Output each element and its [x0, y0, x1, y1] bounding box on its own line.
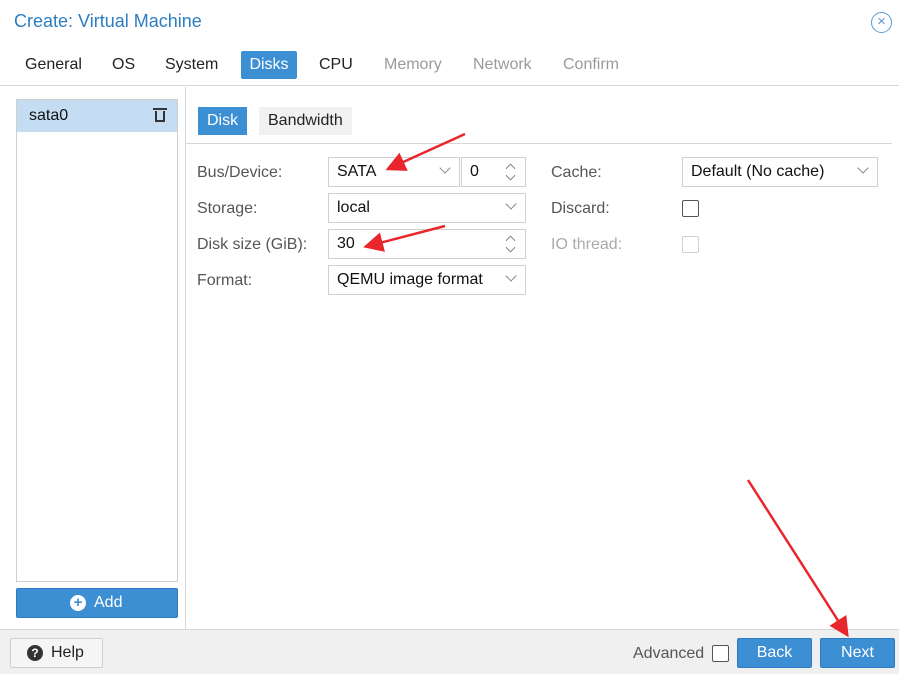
- discard-checkbox[interactable]: [682, 200, 699, 217]
- io-thread-checkbox: [682, 236, 699, 253]
- add-disk-label: Add: [94, 594, 123, 611]
- tab-general[interactable]: General: [19, 51, 88, 79]
- help-label: Help: [51, 644, 84, 661]
- disk-size-value: 30: [337, 235, 355, 252]
- disk-size-label: Disk size (GiB):: [197, 236, 308, 253]
- disk-size-stepper[interactable]: 30: [328, 229, 526, 259]
- question-icon: ?: [27, 645, 43, 661]
- cache-select[interactable]: Default (No cache): [682, 157, 878, 187]
- chevron-down-icon: [439, 164, 451, 176]
- spinner-icon[interactable]: [505, 234, 517, 254]
- chevron-down-icon: [505, 200, 517, 212]
- trash-icon[interactable]: [153, 108, 167, 122]
- subtab-bandwidth[interactable]: Bandwidth: [259, 107, 352, 135]
- bus-select-value: SATA: [337, 163, 377, 180]
- close-icon[interactable]: ×: [871, 12, 892, 33]
- tab-os[interactable]: OS: [106, 51, 141, 79]
- discard-label: Discard:: [551, 200, 610, 217]
- disk-list: sata0: [16, 99, 178, 582]
- tab-confirm: Confirm: [563, 56, 620, 73]
- spinner-icon[interactable]: [505, 162, 517, 182]
- format-select-value: QEMU image format: [337, 271, 483, 288]
- help-button[interactable]: ? Help: [10, 638, 103, 668]
- plus-circle-icon: +: [70, 595, 86, 611]
- disk-list-item-sata0[interactable]: sata0: [17, 100, 177, 132]
- device-number-value: 0: [470, 163, 479, 180]
- subtab-disk[interactable]: Disk: [198, 107, 248, 135]
- tab-memory: Memory: [384, 56, 442, 73]
- add-disk-button[interactable]: + Add: [16, 588, 178, 618]
- cache-select-value: Default (No cache): [691, 163, 825, 180]
- bus-select[interactable]: SATA: [328, 157, 460, 187]
- advanced-label: Advanced: [633, 645, 705, 662]
- io-thread-label: IO thread:: [551, 236, 623, 253]
- back-button[interactable]: Back: [737, 638, 812, 668]
- tab-network: Network: [473, 56, 532, 73]
- tab-cpu[interactable]: CPU: [313, 51, 359, 79]
- storage-label: Storage:: [197, 200, 258, 217]
- chevron-down-icon: [857, 164, 869, 176]
- cache-label: Cache:: [551, 164, 602, 181]
- dialog-title-bar: Create: Virtual Machine ×: [0, 0, 899, 44]
- storage-select-value: local: [337, 199, 370, 216]
- next-button[interactable]: Next: [820, 638, 895, 668]
- dialog-title: Create: Virtual Machine: [14, 11, 202, 31]
- format-label: Format:: [197, 272, 253, 289]
- storage-select[interactable]: local: [328, 193, 526, 223]
- advanced-checkbox[interactable]: [712, 645, 729, 662]
- device-number-stepper[interactable]: 0: [461, 157, 526, 187]
- tab-disks[interactable]: Disks: [241, 51, 297, 79]
- wizard-tabbar: General OS System Disks CPU Memory Netwo…: [0, 46, 899, 86]
- disk-subtabbar: Disk Bandwidth: [186, 87, 892, 144]
- disk-list-item-label: sata0: [29, 107, 69, 124]
- dialog-footer: ? Help Advanced Back Next: [0, 629, 899, 674]
- chevron-down-icon: [505, 272, 517, 284]
- format-select[interactable]: QEMU image format: [328, 265, 526, 295]
- tab-system[interactable]: System: [159, 51, 224, 79]
- bus-device-label: Bus/Device:: [197, 164, 283, 181]
